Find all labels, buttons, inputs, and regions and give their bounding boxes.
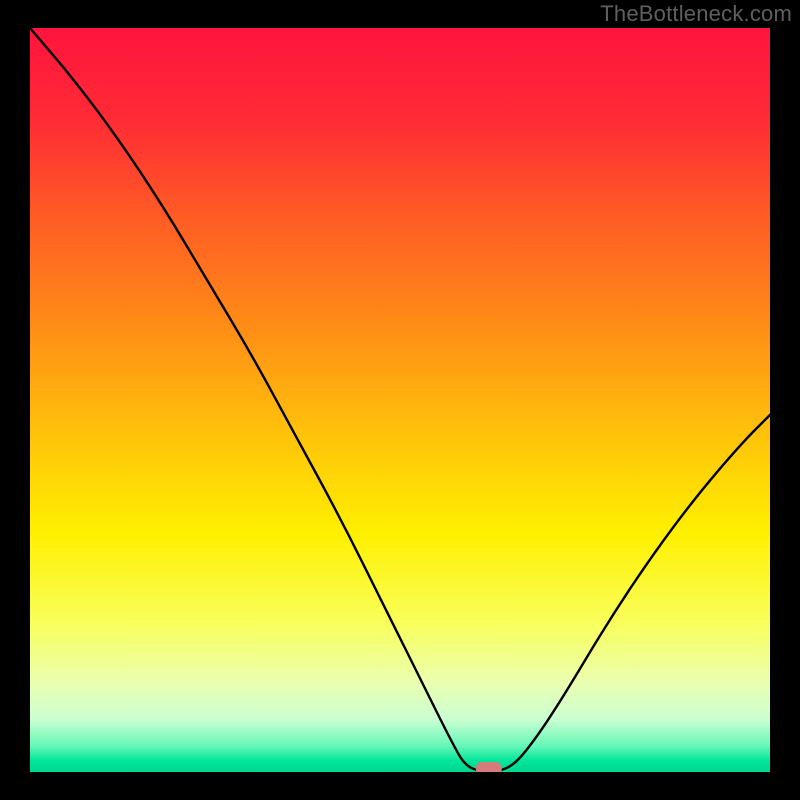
- plot-svg: [30, 28, 770, 772]
- watermark-text: TheBottleneck.com: [600, 1, 792, 27]
- chart-frame: TheBottleneck.com: [0, 0, 800, 800]
- plot-area: [30, 28, 770, 772]
- gradient-rect: [30, 28, 770, 772]
- optimum-marker: [476, 762, 502, 772]
